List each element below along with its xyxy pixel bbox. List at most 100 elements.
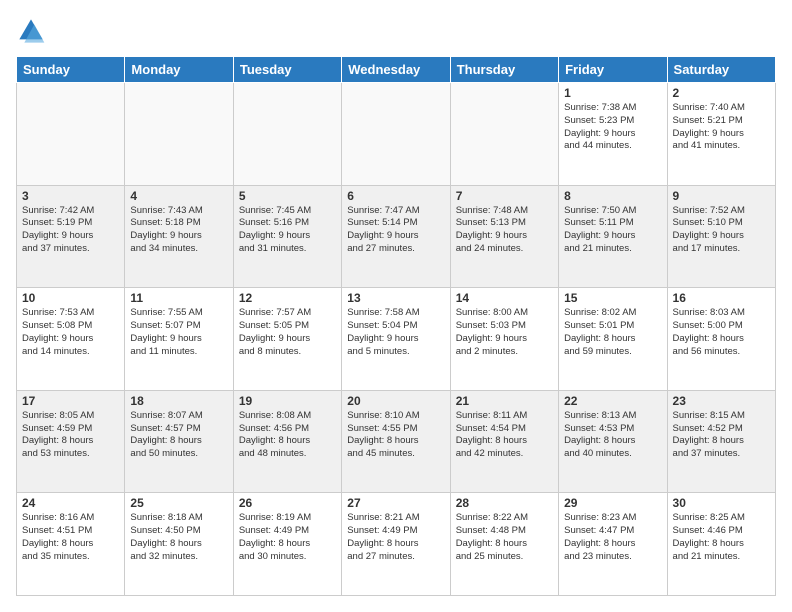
table-row: 23 Sunrise: 8:15 AM Sunset: 4:52 PM Dayli… — [667, 390, 775, 493]
table-row — [450, 83, 558, 186]
day-info: Sunrise: 8:21 AM Sunset: 4:49 PM Dayligh… — [347, 512, 444, 563]
page: Sunday Monday Tuesday Wednesday Thursday… — [0, 0, 792, 612]
table-row: 15 Sunrise: 8:02 AM Sunset: 5:01 PM Dayli… — [559, 288, 667, 391]
table-row: 24 Sunrise: 8:16 AM Sunset: 4:51 PM Dayli… — [17, 493, 125, 596]
table-row: 8Sunrise: 7:50 AM Sunset: 5:11 PM Daylig… — [559, 185, 667, 288]
day-number: 4 — [130, 189, 227, 203]
day-info: Sunrise: 8:10 AM Sunset: 4:55 PM Dayligh… — [347, 410, 444, 461]
day-info: Sunrise: 8:16 AM Sunset: 4:51 PM Dayligh… — [22, 512, 119, 563]
table-row: 18Sunrise: 8:07 AM Sunset: 4:57 PM Dayli… — [125, 390, 233, 493]
day-number: 5 — [239, 189, 336, 203]
calendar-table: Sunday Monday Tuesday Wednesday Thursday… — [16, 56, 776, 596]
table-row: 12Sunrise: 7:57 AM Sunset: 5:05 PM Dayli… — [233, 288, 341, 391]
col-wednesday: Wednesday — [342, 57, 450, 83]
day-number: 2 — [673, 86, 770, 100]
calendar-week-row: 17 Sunrise: 8:05 AM Sunset: 4:59 PM Dayli… — [17, 390, 776, 493]
table-row: 2 Sunrise: 7:40 AM Sunset: 5:21 PM Daylig… — [667, 83, 775, 186]
table-row — [233, 83, 341, 186]
day-info: Sunrise: 7:43 AM Sunset: 5:18 PM Dayligh… — [130, 205, 227, 256]
day-number: 25 — [130, 496, 227, 510]
day-info: Sunrise: 8:18 AM Sunset: 4:50 PM Dayligh… — [130, 512, 227, 563]
day-info: Sunrise: 8:07 AM Sunset: 4:57 PM Dayligh… — [130, 410, 227, 461]
table-row: 26 Sunrise: 8:19 AM Sunset: 4:49 PM Dayli… — [233, 493, 341, 596]
table-row: 13 Sunrise: 7:58 AM Sunset: 5:04 PM Dayli… — [342, 288, 450, 391]
day-number: 7 — [456, 189, 553, 203]
day-info: Sunrise: 7:48 AM Sunset: 5:13 PM Dayligh… — [456, 205, 553, 256]
day-number: 30 — [673, 496, 770, 510]
day-number: 29 — [564, 496, 661, 510]
day-number: 17 — [22, 394, 119, 408]
day-info: Sunrise: 8:02 AM Sunset: 5:01 PM Dayligh… — [564, 307, 661, 358]
day-number: 19 — [239, 394, 336, 408]
logo-icon — [16, 16, 46, 46]
col-tuesday: Tuesday — [233, 57, 341, 83]
day-number: 24 — [22, 496, 119, 510]
day-info: Sunrise: 7:47 AM Sunset: 5:14 PM Dayligh… — [347, 205, 444, 256]
table-row: 30Sunrise: 8:25 AM Sunset: 4:46 PM Dayli… — [667, 493, 775, 596]
day-number: 20 — [347, 394, 444, 408]
table-row: 6Sunrise: 7:47 AM Sunset: 5:14 PM Daylig… — [342, 185, 450, 288]
table-row: 20 Sunrise: 8:10 AM Sunset: 4:55 PM Dayli… — [342, 390, 450, 493]
day-number: 15 — [564, 291, 661, 305]
col-monday: Monday — [125, 57, 233, 83]
day-number: 27 — [347, 496, 444, 510]
table-row: 29 Sunrise: 8:23 AM Sunset: 4:47 PM Dayli… — [559, 493, 667, 596]
table-row: 22Sunrise: 8:13 AM Sunset: 4:53 PM Dayli… — [559, 390, 667, 493]
day-number: 26 — [239, 496, 336, 510]
day-number: 13 — [347, 291, 444, 305]
day-info: Sunrise: 7:53 AM Sunset: 5:08 PM Dayligh… — [22, 307, 119, 358]
table-row: 5Sunrise: 7:45 AM Sunset: 5:16 PM Daylig… — [233, 185, 341, 288]
table-row: 7 Sunrise: 7:48 AM Sunset: 5:13 PM Daylig… — [450, 185, 558, 288]
day-number: 12 — [239, 291, 336, 305]
day-info: Sunrise: 8:23 AM Sunset: 4:47 PM Dayligh… — [564, 512, 661, 563]
day-number: 10 — [22, 291, 119, 305]
col-thursday: Thursday — [450, 57, 558, 83]
calendar-week-row: 1 Sunrise: 7:38 AM Sunset: 5:23 PM Daylig… — [17, 83, 776, 186]
day-number: 14 — [456, 291, 553, 305]
header — [16, 16, 776, 46]
table-row: 16 Sunrise: 8:03 AM Sunset: 5:00 PM Dayli… — [667, 288, 775, 391]
col-saturday: Saturday — [667, 57, 775, 83]
day-info: Sunrise: 7:42 AM Sunset: 5:19 PM Dayligh… — [22, 205, 119, 256]
day-info: Sunrise: 8:08 AM Sunset: 4:56 PM Dayligh… — [239, 410, 336, 461]
day-info: Sunrise: 8:15 AM Sunset: 4:52 PM Dayligh… — [673, 410, 770, 461]
day-info: Sunrise: 8:22 AM Sunset: 4:48 PM Dayligh… — [456, 512, 553, 563]
calendar-week-row: 3 Sunrise: 7:42 AM Sunset: 5:19 PM Daylig… — [17, 185, 776, 288]
table-row: 25 Sunrise: 8:18 AM Sunset: 4:50 PM Dayli… — [125, 493, 233, 596]
day-number: 16 — [673, 291, 770, 305]
table-row: 9 Sunrise: 7:52 AM Sunset: 5:10 PM Daylig… — [667, 185, 775, 288]
col-friday: Friday — [559, 57, 667, 83]
table-row: 28 Sunrise: 8:22 AM Sunset: 4:48 PM Dayli… — [450, 493, 558, 596]
day-number: 22 — [564, 394, 661, 408]
day-info: Sunrise: 8:00 AM Sunset: 5:03 PM Dayligh… — [456, 307, 553, 358]
day-number: 28 — [456, 496, 553, 510]
day-info: Sunrise: 7:52 AM Sunset: 5:10 PM Dayligh… — [673, 205, 770, 256]
day-info: Sunrise: 8:05 AM Sunset: 4:59 PM Dayligh… — [22, 410, 119, 461]
day-info: Sunrise: 7:38 AM Sunset: 5:23 PM Dayligh… — [564, 102, 661, 153]
table-row: 10 Sunrise: 7:53 AM Sunset: 5:08 PM Dayli… — [17, 288, 125, 391]
table-row: 19 Sunrise: 8:08 AM Sunset: 4:56 PM Dayli… — [233, 390, 341, 493]
day-number: 3 — [22, 189, 119, 203]
table-row — [17, 83, 125, 186]
day-info: Sunrise: 7:40 AM Sunset: 5:21 PM Dayligh… — [673, 102, 770, 153]
calendar-week-row: 24 Sunrise: 8:16 AM Sunset: 4:51 PM Dayli… — [17, 493, 776, 596]
day-info: Sunrise: 8:11 AM Sunset: 4:54 PM Dayligh… — [456, 410, 553, 461]
table-row: 14 Sunrise: 8:00 AM Sunset: 5:03 PM Dayli… — [450, 288, 558, 391]
table-row: 11Sunrise: 7:55 AM Sunset: 5:07 PM Dayli… — [125, 288, 233, 391]
table-row: 3 Sunrise: 7:42 AM Sunset: 5:19 PM Daylig… — [17, 185, 125, 288]
day-number: 23 — [673, 394, 770, 408]
col-sunday: Sunday — [17, 57, 125, 83]
day-info: Sunrise: 7:58 AM Sunset: 5:04 PM Dayligh… — [347, 307, 444, 358]
calendar-week-row: 10 Sunrise: 7:53 AM Sunset: 5:08 PM Dayli… — [17, 288, 776, 391]
day-number: 1 — [564, 86, 661, 100]
day-info: Sunrise: 8:03 AM Sunset: 5:00 PM Dayligh… — [673, 307, 770, 358]
calendar-header-row: Sunday Monday Tuesday Wednesday Thursday… — [17, 57, 776, 83]
day-info: Sunrise: 7:50 AM Sunset: 5:11 PM Dayligh… — [564, 205, 661, 256]
day-info: Sunrise: 8:19 AM Sunset: 4:49 PM Dayligh… — [239, 512, 336, 563]
day-number: 11 — [130, 291, 227, 305]
table-row: 27 Sunrise: 8:21 AM Sunset: 4:49 PM Dayli… — [342, 493, 450, 596]
table-row: 21Sunrise: 8:11 AM Sunset: 4:54 PM Dayli… — [450, 390, 558, 493]
table-row — [342, 83, 450, 186]
logo — [16, 16, 50, 46]
day-number: 9 — [673, 189, 770, 203]
